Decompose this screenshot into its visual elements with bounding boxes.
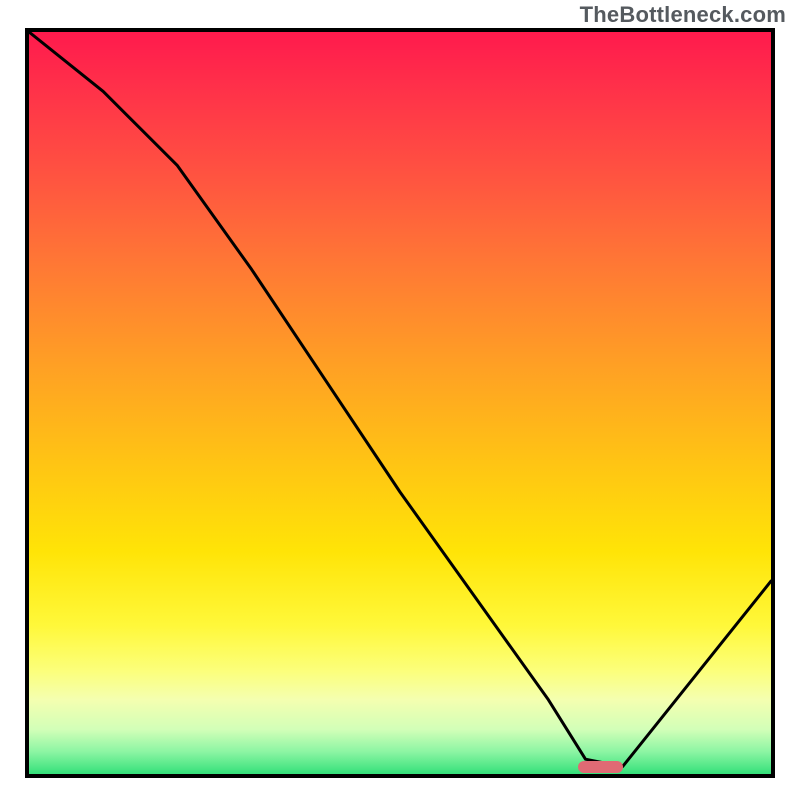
optimum-marker: [578, 761, 623, 773]
bottleneck-curve: [29, 32, 771, 774]
watermark-label: TheBottleneck.com: [580, 2, 786, 28]
chart-frame: [25, 28, 775, 778]
chart-plot-area: [29, 32, 771, 774]
